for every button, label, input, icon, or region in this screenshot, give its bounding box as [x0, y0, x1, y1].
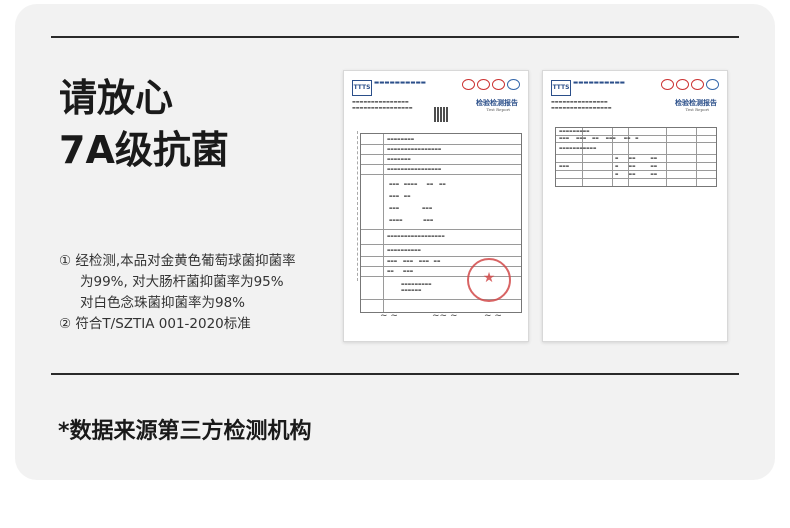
official-seal-icon: ★ [467, 258, 511, 302]
ilac-mark-icon [492, 79, 505, 90]
headline-line-2: 7A级抗菌 [59, 128, 229, 172]
report-table-2: ▬▬▬▬▬▬▬▬▬ ▬▬▬ ▬▬▬ ▬▬ ▬▬▬ ▬▬ ▬ ▬▬▬▬▬▬▬▬▬▬… [555, 127, 717, 187]
lab-logo-icon: TTTS [551, 80, 571, 96]
globe-mark-icon [507, 79, 520, 90]
lab-name-scribble: ▬▬▬▬▬▬▬▬▬▬ [573, 80, 625, 86]
signature-1: ~ ~ [380, 311, 398, 321]
content-card: 请放心 7A级抗菌 ① 经检测,本品对金黄色葡萄球菌抑菌率 为99%, 对大肠杆… [15, 4, 775, 480]
data-source-note: *数据来源第三方检测机构 [58, 419, 312, 444]
lab-logo-icon: TTTS [352, 80, 372, 96]
report-title-en: Test Report [685, 107, 709, 112]
lab-name-scribble: ▬▬▬▬▬▬▬▬▬▬ [374, 80, 426, 86]
cma-mark-icon [661, 79, 674, 90]
signature-2: ~~ ~ [432, 311, 458, 321]
lab-sub-line: ▬▬▬▬▬▬▬▬▬▬▬▬▬▬▬ [352, 99, 409, 104]
globe-mark-icon [706, 79, 719, 90]
binding-margin [352, 131, 358, 281]
lab-sub-line: ▬▬▬▬▬▬▬▬▬▬▬▬▬▬▬ [551, 99, 608, 104]
cnas-mark-icon [676, 79, 689, 90]
accreditation-marks [462, 79, 520, 91]
cma-mark-icon [462, 79, 475, 90]
test-report-page-1: TTTS ▬▬▬▬▬▬▬▬▬▬ ▬▬▬▬▬▬▬▬▬▬▬▬▬▬▬ ▬▬▬▬▬▬▬▬… [343, 70, 529, 342]
lab-sub-line-2: ▬▬▬▬▬▬▬▬▬▬▬▬▬▬▬▬ [352, 105, 413, 110]
point-1-line-3: 对白色念珠菌抑菌率为98% [80, 295, 246, 311]
point-2: ② 符合T/SZTIA 001-2020标准 [59, 316, 251, 332]
cnas-mark-icon [477, 79, 490, 90]
test-result-points: ① 经检测,本品对金黄色葡萄球菌抑菌率 为99%, 对大肠杆菌抑菌率为95% 对… [59, 251, 296, 335]
qr-code-icon [434, 107, 449, 122]
top-divider [51, 36, 739, 38]
lab-sub-line-2: ▬▬▬▬▬▬▬▬▬▬▬▬▬▬▬▬ [551, 105, 612, 110]
middle-divider [51, 373, 739, 375]
signature-3: ~ ~ [484, 311, 502, 321]
accreditation-marks [661, 79, 719, 91]
point-1-line-2: 为99%, 对大肠杆菌抑菌率为95% [80, 274, 284, 290]
headline-line-1: 请放心 [59, 76, 174, 120]
ilac-mark-icon [691, 79, 704, 90]
point-1-line-1: ① 经检测,本品对金黄色葡萄球菌抑菌率 [59, 253, 296, 269]
test-report-page-2: TTTS ▬▬▬▬▬▬▬▬▬▬ ▬▬▬▬▬▬▬▬▬▬▬▬▬▬▬ ▬▬▬▬▬▬▬▬… [542, 70, 728, 342]
report-title-en: Test Report [486, 107, 510, 112]
